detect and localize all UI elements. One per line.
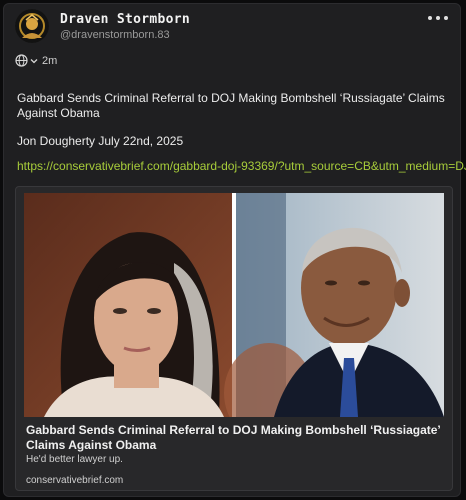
link-preview-card[interactable]: Gabbard Sends Criminal Referral to DOJ M… [15,186,453,491]
dot-icon [444,16,448,20]
link-card-domain: conservativebrief.com [26,475,124,486]
post-time: 2m [42,54,58,67]
post-link[interactable]: https://conservativebrief.com/gabbard-do… [17,159,466,173]
preview-image [24,193,444,417]
link-card-description: He'd better lawyer up. [26,454,123,465]
visibility-selector[interactable] [15,54,38,67]
dot-icon [436,16,440,20]
post-card: Draven Stormborn @dravenstormborn.83 2m … [3,3,466,497]
more-options-button[interactable] [428,11,448,25]
dot-icon [428,16,432,20]
avatar[interactable] [15,9,49,43]
author-display-name[interactable]: Draven Stormborn [60,12,190,27]
author-handle[interactable]: @dravenstormborn.83 [60,29,170,41]
chevron-down-icon [30,58,38,63]
globe-icon [15,54,28,67]
post-meta: 2m [15,54,57,67]
post-title: Gabbard Sends Criminal Referral to DOJ M… [17,91,445,120]
avatar-image [15,9,49,43]
post-byline: Jon Dougherty July 22nd, 2025 [17,134,184,148]
link-card-title: Gabbard Sends Criminal Referral to DOJ M… [26,423,441,452]
